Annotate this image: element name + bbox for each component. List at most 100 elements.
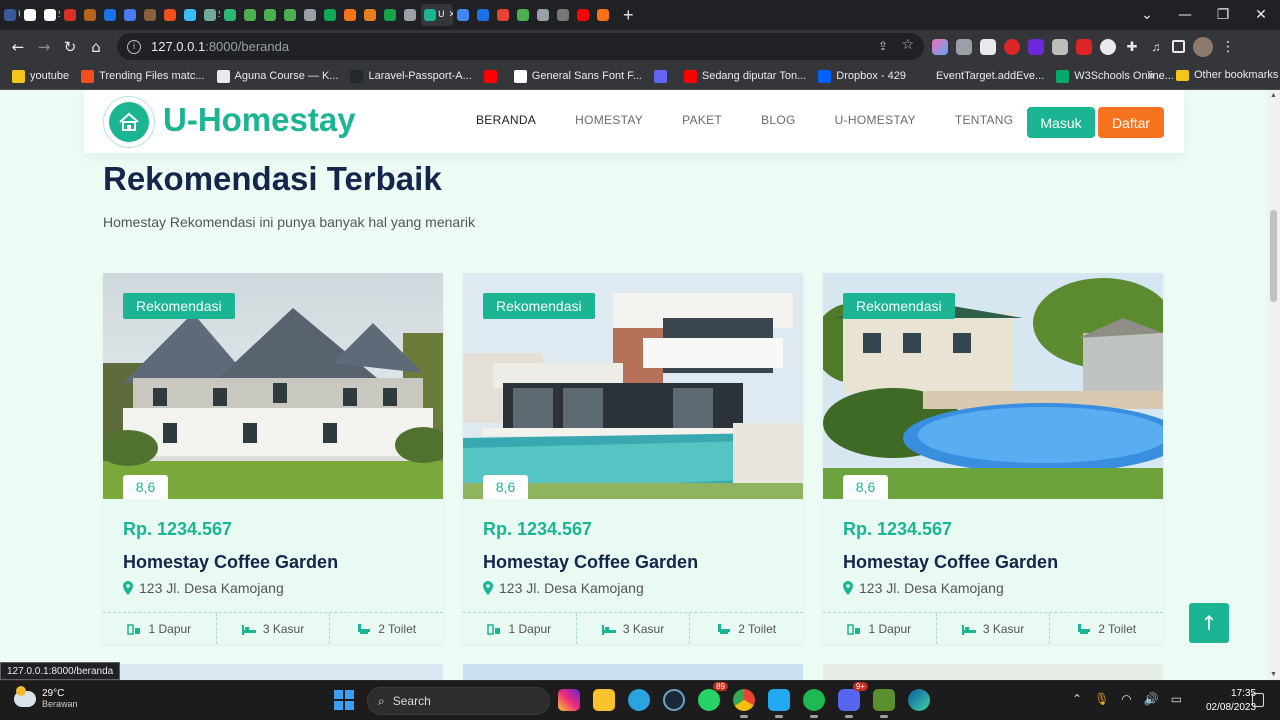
profile-avatar[interactable] bbox=[1193, 36, 1213, 57]
browser-tab[interactable] bbox=[281, 4, 300, 26]
bookmark-item[interactable]: W3Schools Online... bbox=[1056, 69, 1174, 83]
discord-icon[interactable]: 9+ bbox=[838, 682, 868, 718]
scroll-down-arrow-icon[interactable]: ▼ bbox=[1270, 671, 1277, 678]
other-bookmarks[interactable]: Other bookmarks bbox=[1176, 69, 1278, 81]
scrollbar-thumb[interactable] bbox=[1270, 210, 1277, 302]
telegram-icon[interactable] bbox=[628, 689, 650, 711]
homestay-card[interactable]: Rekomendasi 8,6 Rp. 1234.567 Homestay Co… bbox=[463, 273, 803, 644]
page-scrollbar[interactable]: ▲ ▼ bbox=[1267, 90, 1280, 680]
browser-menu-icon[interactable]: ⋮ bbox=[1221, 39, 1235, 55]
new-tab-button[interactable]: + bbox=[623, 5, 634, 26]
homestay-name[interactable]: Homestay Coffee Garden bbox=[123, 552, 338, 573]
nav-u-homestay[interactable]: U-HOMESTAY bbox=[835, 113, 916, 127]
browser-tab[interactable] bbox=[221, 4, 240, 26]
bookmarks-overflow-button[interactable]: » bbox=[1148, 68, 1155, 82]
minimize-icon[interactable]: — bbox=[1166, 7, 1204, 23]
site-info-icon[interactable]: i bbox=[127, 39, 141, 54]
browser-tab[interactable] bbox=[121, 4, 140, 26]
maximize-icon[interactable]: ❐ bbox=[1204, 7, 1242, 23]
start-button[interactable] bbox=[334, 690, 354, 710]
close-window-icon[interactable]: ✕ bbox=[1242, 7, 1280, 23]
login-button[interactable]: Masuk bbox=[1027, 107, 1095, 138]
extension-purple-icon[interactable] bbox=[1028, 38, 1044, 55]
tab-search-icon[interactable]: ⌄ bbox=[1128, 7, 1166, 23]
browser-tab[interactable] bbox=[141, 4, 160, 26]
extension-doc-icon[interactable] bbox=[980, 38, 996, 55]
extension-grey-icon[interactable] bbox=[1052, 38, 1068, 55]
homestay-card[interactable]: Rekomendasi 8,6 Rp. 1234.567 Homestay Co… bbox=[103, 273, 443, 644]
clock[interactable]: 17:35 02/08/2023 bbox=[1206, 687, 1256, 715]
browser-tab[interactable] bbox=[81, 4, 100, 26]
site-logo[interactable] bbox=[103, 96, 155, 148]
browser-tab[interactable] bbox=[241, 4, 260, 26]
scroll-up-arrow-icon[interactable]: ▲ bbox=[1270, 92, 1277, 99]
extension-circle-icon[interactable] bbox=[1100, 38, 1116, 55]
browser-tab[interactable] bbox=[21, 4, 40, 26]
microphone-icon[interactable]: 🎙 bbox=[1094, 692, 1109, 706]
browser-tab[interactable] bbox=[594, 4, 613, 26]
home-icon[interactable]: ⌂ bbox=[83, 38, 109, 56]
extensions-puzzle-icon[interactable]: ✚ bbox=[1124, 38, 1140, 55]
forward-icon[interactable]: → bbox=[31, 38, 57, 56]
taskbar-search[interactable]: ⌕ Search bbox=[367, 687, 550, 715]
weather-widget[interactable]: 29°C Berawan bbox=[14, 685, 78, 709]
browser-tab[interactable] bbox=[181, 4, 200, 26]
scroll-to-top-button[interactable]: ↑ bbox=[1189, 603, 1229, 643]
minecraft-icon[interactable] bbox=[873, 689, 895, 718]
browser-tab[interactable] bbox=[454, 4, 473, 26]
side-panel-icon[interactable] bbox=[1172, 40, 1185, 53]
next-card-photo[interactable] bbox=[463, 664, 803, 680]
spotify-icon[interactable] bbox=[803, 689, 825, 718]
nav-paket[interactable]: PAKET bbox=[682, 113, 722, 127]
extension-heart-icon[interactable] bbox=[932, 38, 948, 55]
homestay-name[interactable]: Homestay Coffee Garden bbox=[483, 552, 698, 573]
tray-overflow-icon[interactable]: ⌃ bbox=[1072, 692, 1082, 706]
browser-tab[interactable] bbox=[301, 4, 320, 26]
bookmark-item[interactable]: Trending Files matc... bbox=[81, 69, 205, 83]
whatsapp-icon[interactable]: 89 bbox=[698, 682, 728, 711]
nav-homestay[interactable]: HOMESTAY bbox=[575, 113, 643, 127]
browser-tab[interactable]: S bbox=[41, 4, 60, 26]
browser-tab[interactable] bbox=[474, 4, 493, 26]
nav-beranda[interactable]: BERANDA bbox=[476, 113, 536, 127]
browser-tab[interactable] bbox=[161, 4, 180, 26]
browser-tab[interactable] bbox=[401, 4, 420, 26]
notification-icon[interactable] bbox=[1252, 693, 1264, 707]
vscode-icon[interactable] bbox=[768, 689, 790, 718]
extension-camera-icon[interactable] bbox=[956, 38, 972, 55]
homestay-card[interactable]: Rekomendasi 8,6 Rp. 1234.567 Homestay Co… bbox=[823, 273, 1163, 644]
browser-tab[interactable] bbox=[61, 4, 80, 26]
browser-tab[interactable] bbox=[494, 4, 513, 26]
browser-tab[interactable]: UH bbox=[1, 4, 20, 26]
bookmark-item[interactable]: Sedang diputar Ton... bbox=[683, 69, 806, 83]
chrome-icon[interactable] bbox=[733, 689, 755, 718]
bookmark-item[interactable]: Dropbox - 429 bbox=[818, 69, 906, 83]
address-bar[interactable]: i 127.0.0.1:8000/beranda ⇪ ☆ bbox=[117, 33, 924, 60]
bookmark-item[interactable]: General Sans Font F... bbox=[513, 69, 642, 83]
nav-blog[interactable]: BLOG bbox=[761, 113, 796, 127]
browser-tab[interactable] bbox=[321, 4, 340, 26]
next-card-photo[interactable] bbox=[103, 664, 443, 680]
bookmark-item[interactable] bbox=[653, 69, 672, 83]
browser-tab[interactable] bbox=[101, 4, 120, 26]
extension-red-icon[interactable] bbox=[1004, 38, 1020, 55]
browser-tab[interactable] bbox=[341, 4, 360, 26]
bookmark-item[interactable] bbox=[483, 69, 502, 83]
volume-icon[interactable]: 🔊 bbox=[1144, 692, 1159, 706]
back-icon[interactable]: ← bbox=[5, 38, 31, 56]
edge-icon[interactable] bbox=[908, 689, 930, 711]
bookmark-item[interactable]: Laravel-Passport-A... bbox=[350, 69, 472, 83]
browser-tab[interactable] bbox=[574, 4, 593, 26]
browser-tab[interactable] bbox=[554, 4, 573, 26]
file-explorer-icon[interactable] bbox=[593, 689, 615, 711]
extension-play-icon[interactable] bbox=[1076, 38, 1092, 55]
browser-tab[interactable] bbox=[381, 4, 400, 26]
bookmark-item[interactable]: EventTarget.addEve... bbox=[917, 69, 1044, 83]
browser-tab[interactable] bbox=[261, 4, 280, 26]
browser-tab[interactable] bbox=[514, 4, 533, 26]
battery-icon[interactable]: ▭ bbox=[1171, 692, 1182, 706]
bookmark-item[interactable]: youtube bbox=[12, 69, 69, 83]
media-control-icon[interactable]: ♫ bbox=[1148, 38, 1164, 55]
register-button[interactable]: Daftar bbox=[1098, 107, 1164, 138]
reload-icon[interactable]: ↻ bbox=[57, 38, 83, 56]
